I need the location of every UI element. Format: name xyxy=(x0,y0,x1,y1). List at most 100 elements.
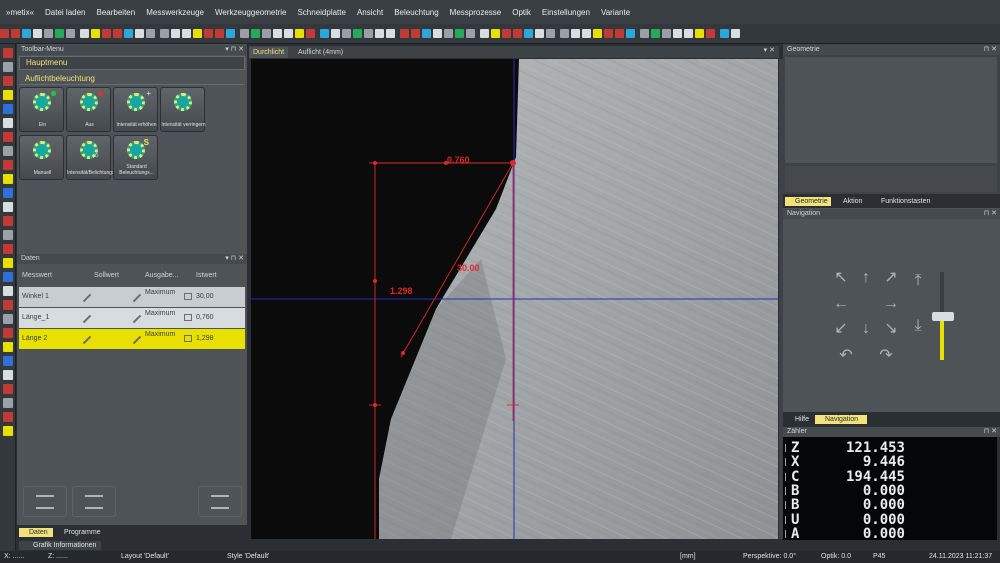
camera-image[interactable]: 0.760 30.00 1.298 xyxy=(251,59,778,539)
menu-item[interactable]: Werkzeuggeometrie xyxy=(215,8,286,17)
toolbar-tool-icon[interactable] xyxy=(226,29,235,38)
menu-item[interactable]: Messprozesse xyxy=(450,8,502,17)
side-tool-icon[interactable] xyxy=(3,384,13,394)
move-left-button[interactable]: ← xyxy=(830,293,852,315)
col-messwert[interactable]: Messwert xyxy=(22,272,52,279)
side-tool-icon[interactable] xyxy=(3,76,13,86)
menu-item[interactable]: »metix« xyxy=(6,8,34,17)
toolbar-tool-icon[interactable] xyxy=(582,29,591,38)
side-tool-icon[interactable] xyxy=(3,132,13,142)
toolbar-tool-icon[interactable] xyxy=(720,29,729,38)
side-tool-icon[interactable] xyxy=(3,48,13,58)
tab-programme[interactable]: Programme xyxy=(56,528,116,537)
menu-item[interactable]: Variante xyxy=(601,8,630,17)
toolbar-tool-icon[interactable] xyxy=(480,29,489,38)
side-tool-icon[interactable] xyxy=(3,398,13,408)
toolbar-tool-icon[interactable] xyxy=(135,29,144,38)
toolbar-tool-icon[interactable] xyxy=(695,29,704,38)
side-tool-icon[interactable] xyxy=(3,146,13,156)
menu-item[interactable]: Ansicht xyxy=(357,8,383,17)
toolbar-tool-icon[interactable] xyxy=(0,29,9,38)
side-tool-icon[interactable] xyxy=(3,342,13,352)
toolbar-tool-icon[interactable] xyxy=(731,29,740,38)
side-tool-icon[interactable] xyxy=(3,244,13,254)
move-bottom-button[interactable]: ⤓ xyxy=(907,315,929,337)
move-up-right-button[interactable]: ↗ xyxy=(880,267,902,289)
toolbar-tool-icon[interactable] xyxy=(411,29,420,38)
toolbar-tool-icon[interactable] xyxy=(546,29,555,38)
toolbar-tool-icon[interactable] xyxy=(11,29,20,38)
side-tool-icon[interactable] xyxy=(3,62,13,72)
menu-item[interactable]: Bearbeiten xyxy=(97,8,136,17)
side-tool-icon[interactable] xyxy=(3,258,13,268)
tab-daten[interactable]: Daten xyxy=(19,528,53,537)
side-tool-icon[interactable] xyxy=(3,118,13,128)
toolbar-tool-icon[interactable] xyxy=(204,29,213,38)
toolbar-tool-icon[interactable] xyxy=(651,29,660,38)
pencil-icon[interactable] xyxy=(82,335,92,345)
camera-view[interactable]: 0.760 30.00 1.298 xyxy=(251,59,778,539)
col-istwert[interactable]: Istwert xyxy=(196,272,217,279)
toolbar-tool-icon[interactable] xyxy=(400,29,409,38)
side-tool-icon[interactable] xyxy=(3,104,13,114)
move-down-left-button[interactable]: ↙ xyxy=(830,318,852,340)
pencil-icon[interactable] xyxy=(132,335,142,345)
move-right-button[interactable]: → xyxy=(880,293,902,315)
side-tool-icon[interactable] xyxy=(3,188,13,198)
move-down-right-button[interactable]: ↘ xyxy=(880,318,902,340)
toolbar-tool-icon[interactable] xyxy=(55,29,64,38)
panel-controls-icon[interactable]: ⊓ ✕ xyxy=(984,45,997,55)
toolbar-tool-icon[interactable] xyxy=(306,29,315,38)
menu-item[interactable]: Messwerkzeuge xyxy=(146,8,204,17)
side-tool-icon[interactable] xyxy=(3,90,13,100)
toolbar-tool-icon[interactable] xyxy=(615,29,624,38)
toolbar-tool-icon[interactable] xyxy=(560,29,569,38)
toolbar-tool-icon[interactable] xyxy=(662,29,671,38)
panel-controls-icon[interactable]: ▾ ⊓ ✕ xyxy=(225,254,244,264)
delete-row-button[interactable] xyxy=(198,486,242,517)
exposure-settings-button[interactable]: ☼ Intensität/Belichtungszeit/Ver... xyxy=(66,135,135,180)
side-tool-icon[interactable] xyxy=(3,370,13,380)
toolbar-tool-icon[interactable] xyxy=(193,29,202,38)
light-on-button[interactable]: Ein xyxy=(19,87,64,132)
toolbar-tool-icon[interactable] xyxy=(146,29,155,38)
toolbar-tool-icon[interactable] xyxy=(182,29,191,38)
toolbar-tool-icon[interactable] xyxy=(466,29,475,38)
rotate-ccw-button[interactable]: ↶ xyxy=(835,345,857,367)
toolbar-tool-icon[interactable] xyxy=(706,29,715,38)
toolbar-tool-icon[interactable] xyxy=(455,29,464,38)
view-controls-icon[interactable]: ▾ ✕ xyxy=(764,46,775,54)
toolbar-tool-icon[interactable] xyxy=(320,29,329,38)
manual-button[interactable]: Manuell xyxy=(19,135,64,180)
side-tool-icon[interactable] xyxy=(3,328,13,338)
toolbar-tool-icon[interactable] xyxy=(422,29,431,38)
panel-controls-icon[interactable]: ⊓ ✕ xyxy=(984,427,997,437)
toolbar-tool-icon[interactable] xyxy=(91,29,100,38)
toolbar-tool-icon[interactable] xyxy=(44,29,53,38)
toolbar-tool-icon[interactable] xyxy=(593,29,602,38)
add-row-button[interactable] xyxy=(23,486,67,517)
speed-slider-handle[interactable] xyxy=(932,312,954,321)
toolbar-tool-icon[interactable] xyxy=(513,29,522,38)
toolbar-tool-icon[interactable] xyxy=(262,29,271,38)
pencil-icon[interactable] xyxy=(82,314,92,324)
menu-item[interactable]: Datei laden xyxy=(45,8,85,17)
move-up-left-button[interactable]: ↖ xyxy=(830,267,852,289)
side-tool-icon[interactable] xyxy=(3,216,13,226)
tab-auflicht[interactable]: Auflicht (4mm) xyxy=(294,47,347,58)
light-off-button[interactable]: Aus xyxy=(66,87,111,132)
toolbar-tool-icon[interactable] xyxy=(386,29,395,38)
pencil-icon[interactable] xyxy=(82,293,92,303)
toolbar-tool-icon[interactable] xyxy=(604,29,613,38)
side-tool-icon[interactable] xyxy=(3,286,13,296)
pencil-icon[interactable] xyxy=(132,293,142,303)
toolbar-tool-icon[interactable] xyxy=(491,29,500,38)
toolbar-tool-icon[interactable] xyxy=(571,29,580,38)
tab-hilfe[interactable]: Hilfe xyxy=(785,415,815,424)
side-tool-icon[interactable] xyxy=(3,356,13,366)
toolbar-tool-icon[interactable] xyxy=(342,29,351,38)
side-tool-icon[interactable] xyxy=(3,272,13,282)
intensity-increase-button[interactable]: + Intensität erhöhen xyxy=(113,87,158,132)
tab-durchlicht[interactable]: Durchlicht xyxy=(249,47,289,58)
toolbar-tool-icon[interactable] xyxy=(284,29,293,38)
